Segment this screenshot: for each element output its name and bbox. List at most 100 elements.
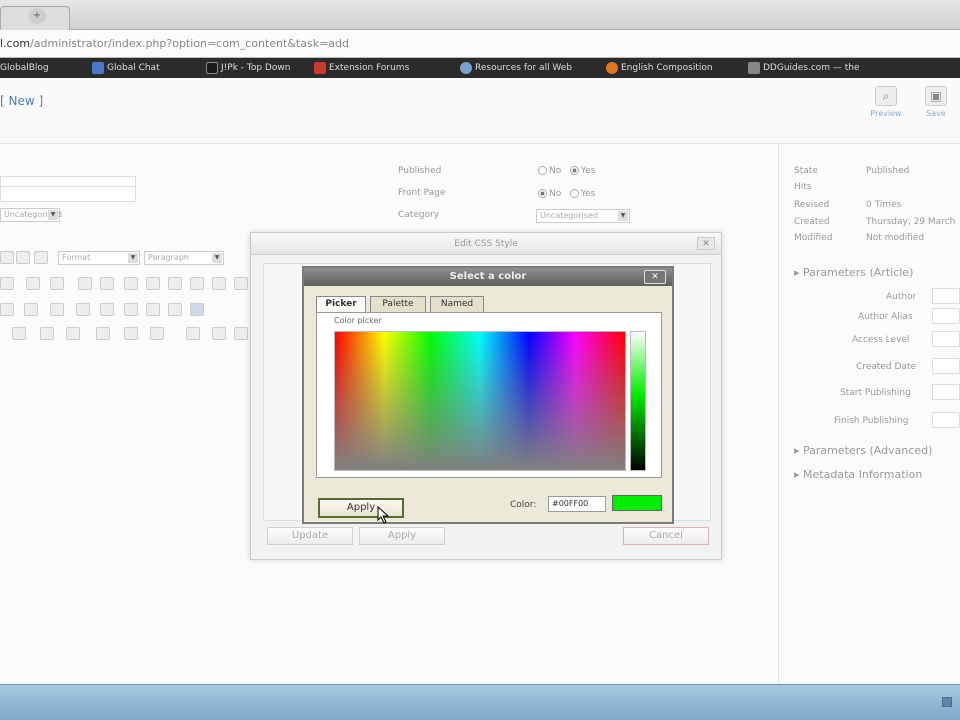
emotions-icon[interactable]: [66, 327, 80, 340]
attribs-icon[interactable]: [96, 327, 110, 340]
replace-icon[interactable]: [100, 277, 114, 290]
url-text[interactable]: l.com/administrator/index.php?option=com…: [0, 37, 349, 50]
chevron-down-icon: ▼: [48, 210, 58, 220]
link-icon[interactable]: [50, 303, 64, 316]
media-icon[interactable]: [212, 277, 226, 290]
metadata-toggle[interactable]: ▸ Metadata Information: [794, 468, 922, 481]
author-alias-field[interactable]: [932, 308, 960, 324]
lightness-slider[interactable]: [630, 331, 646, 471]
start-publishing-field[interactable]: [932, 384, 960, 400]
url-path: /administrator/index.php?option=com_cont…: [30, 37, 349, 50]
bookmark-item[interactable]: GlobalBlog: [0, 61, 49, 75]
bookmark-item[interactable]: DDGuides.com — the: [748, 61, 860, 75]
bookmark-item[interactable]: Global Chat: [92, 61, 160, 75]
save-label: Save: [926, 109, 946, 118]
bookmark-item[interactable]: Extension Forums: [314, 61, 409, 75]
frontpage-no-radio[interactable]: [538, 189, 547, 198]
bookmarks-bar: GlobalBlog Global Chat J!Pk - Top Down E…: [0, 58, 960, 78]
indent-icon[interactable]: [0, 303, 14, 316]
bookmark-item[interactable]: English Composition: [606, 61, 713, 75]
format-select[interactable]: Format ▼: [58, 251, 140, 265]
save-button[interactable]: ▣ Save: [914, 86, 958, 128]
sub-icon[interactable]: [168, 303, 182, 316]
published-label: Published: [398, 166, 442, 176]
frontpage-radio-group: No Yes: [538, 189, 595, 199]
author-alias-label: Author Alias: [858, 312, 913, 322]
chevron-down-icon: ▼: [618, 211, 628, 221]
finish-publishing-field[interactable]: [932, 412, 960, 428]
dialog-title: Edit CSS Style: [251, 233, 721, 255]
fullscreen-icon[interactable]: [124, 327, 138, 340]
page-icon: [748, 62, 760, 74]
frontpage-yes-radio[interactable]: [569, 189, 579, 198]
format-value: Format: [62, 253, 91, 262]
address-bar[interactable]: l.com/administrator/index.php?option=com…: [0, 30, 960, 58]
alias-field[interactable]: [0, 186, 136, 202]
find-icon[interactable]: [78, 277, 92, 290]
redo-icon[interactable]: [50, 277, 64, 290]
color-picker-label: Color picker: [334, 316, 382, 325]
justify-icon[interactable]: [34, 251, 48, 264]
pagebreak-icon[interactable]: [234, 327, 248, 340]
color-value-input[interactable]: #00FF00: [548, 496, 606, 512]
preview-button[interactable]: ⌕ Preview: [864, 86, 908, 128]
undo-icon[interactable]: [26, 277, 40, 290]
params-article-toggle[interactable]: ▸ Parameters (Article): [794, 266, 913, 279]
bookmark-item[interactable]: J!Pk - Top Down: [206, 61, 290, 75]
apply-color-button[interactable]: Apply: [318, 498, 404, 518]
image-icon[interactable]: [190, 277, 204, 290]
frontpage-label: Front Page: [398, 188, 446, 198]
cut-icon[interactable]: [0, 277, 14, 290]
close-icon[interactable]: ✕: [697, 237, 715, 250]
access-level-select[interactable]: [932, 331, 960, 347]
cancel-button[interactable]: Cancel: [623, 527, 709, 545]
published-yes-radio[interactable]: [569, 166, 579, 175]
preview-small-icon[interactable]: [186, 327, 200, 340]
bookmark-label: Extension Forums: [329, 63, 410, 73]
outdent-icon[interactable]: [24, 303, 38, 316]
color-picker-panel: Color picker: [316, 312, 662, 478]
author-select[interactable]: [932, 288, 960, 304]
show-desktop-icon[interactable]: [942, 697, 952, 707]
table-icon[interactable]: [146, 277, 160, 290]
layer-icon[interactable]: [12, 327, 26, 340]
visualaid-icon[interactable]: [150, 327, 164, 340]
new-tab-icon[interactable]: +: [28, 8, 46, 24]
apply-button[interactable]: Apply: [359, 527, 445, 545]
color-spectrum[interactable]: [334, 331, 626, 471]
cursor-icon: [376, 505, 390, 524]
color-preview-swatch: [612, 495, 662, 511]
print-icon[interactable]: [124, 277, 138, 290]
published-no-radio[interactable]: [538, 166, 547, 175]
select-color-dialog: Select a color ✕ Picker Palette Named Co…: [302, 266, 674, 524]
color-label: Color:: [510, 500, 537, 510]
preview-label: Preview: [870, 109, 902, 118]
align-left-icon[interactable]: [0, 251, 14, 264]
category-select[interactable]: Uncategorised ▼: [536, 209, 630, 223]
char-map-icon[interactable]: [40, 327, 54, 340]
person-icon: [206, 62, 218, 74]
created-date-field[interactable]: [932, 358, 960, 374]
hr-icon[interactable]: [124, 303, 138, 316]
edit-icon[interactable]: [168, 277, 182, 290]
unlink-icon[interactable]: [76, 303, 90, 316]
update-button[interactable]: Update: [267, 527, 353, 545]
template-icon[interactable]: [212, 327, 226, 340]
params-advanced-toggle[interactable]: ▸ Parameters (Advanced): [794, 444, 932, 457]
tab-palette[interactable]: Palette: [370, 296, 426, 312]
author-label: Author: [886, 292, 917, 302]
close-icon[interactable]: ✕: [644, 270, 666, 284]
tab-named[interactable]: Named: [430, 296, 484, 312]
css-style-icon[interactable]: [190, 303, 204, 316]
radio-label: No: [549, 166, 562, 176]
styles-icon[interactable]: [234, 277, 248, 290]
firefox-icon: [606, 62, 618, 74]
tab-picker[interactable]: Picker: [316, 296, 366, 313]
align-center-icon[interactable]: [16, 251, 30, 264]
clear-icon[interactable]: [146, 303, 160, 316]
bookmark-item[interactable]: Resources for all Web: [460, 61, 572, 75]
forum-icon: [314, 62, 326, 74]
anchor-icon[interactable]: [100, 303, 114, 316]
section-select[interactable]: Uncategorised ▼: [0, 208, 62, 222]
paragraph-select[interactable]: Paragraph ▼: [144, 251, 224, 265]
